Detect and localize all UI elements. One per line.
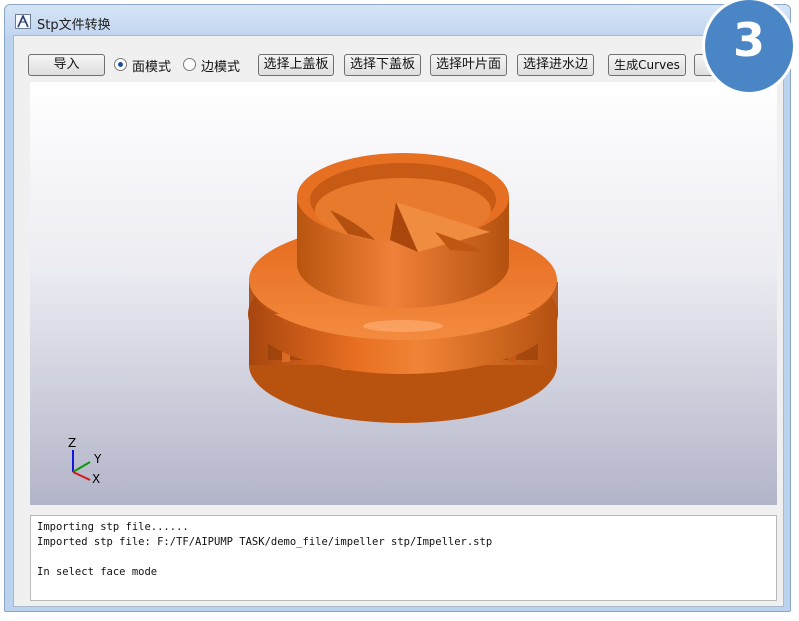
step-number: 3 [732,13,765,67]
main-panel: 导入 面模式 边模式 选择上盖板 选择下盖板 选择叶片面 选择进水边 生成Cur… [13,35,784,607]
log-line: Imported stp file: F:/TF/AIPUMP TASK/dem… [37,536,493,548]
title-bar[interactable]: Stp文件转换 [5,5,790,35]
generate-curves-button[interactable]: 生成Curves [608,54,686,76]
impeller-model [248,153,558,423]
window-title: Stp文件转换 [37,18,111,33]
3d-viewport[interactable]: Z Y X [30,82,777,505]
face-mode-radio[interactable] [114,58,127,71]
face-mode-label[interactable]: 面模式 [132,56,171,75]
edge-mode-label[interactable]: 边模式 [201,56,240,75]
toolbar: 导入 面模式 边模式 选择上盖板 选择下盖板 选择叶片面 选择进水边 生成Cur… [14,36,783,80]
select-inlet-edge-button[interactable]: 选择进水边 [517,54,594,76]
log-line: In select face mode [37,566,158,578]
app-window: Stp文件转换 导入 面模式 边模式 选择上盖板 选择下盖板 选择叶片面 选择进… [4,4,791,612]
highlight [363,320,443,332]
radio-selected-dot [118,62,123,67]
axis-x-label: X [92,472,101,486]
step-number-badge: 3 [705,0,793,92]
axis-y-label: Y [94,452,102,466]
select-blade-button[interactable]: 选择叶片面 [430,54,507,76]
output-console[interactable]: Importing stp file...... Imported stp fi… [30,515,777,601]
app-logo-icon [15,14,31,29]
select-bottom-cover-button[interactable]: 选择下盖板 [344,54,421,76]
select-top-cover-button[interactable]: 选择上盖板 [258,54,334,76]
axis-z-label: Z [68,436,77,450]
edge-mode-radio[interactable] [183,58,196,71]
import-button[interactable]: 导入 [28,54,105,76]
log-line: Importing stp file...... [37,521,189,533]
axis-triad: Z Y X [66,436,126,498]
